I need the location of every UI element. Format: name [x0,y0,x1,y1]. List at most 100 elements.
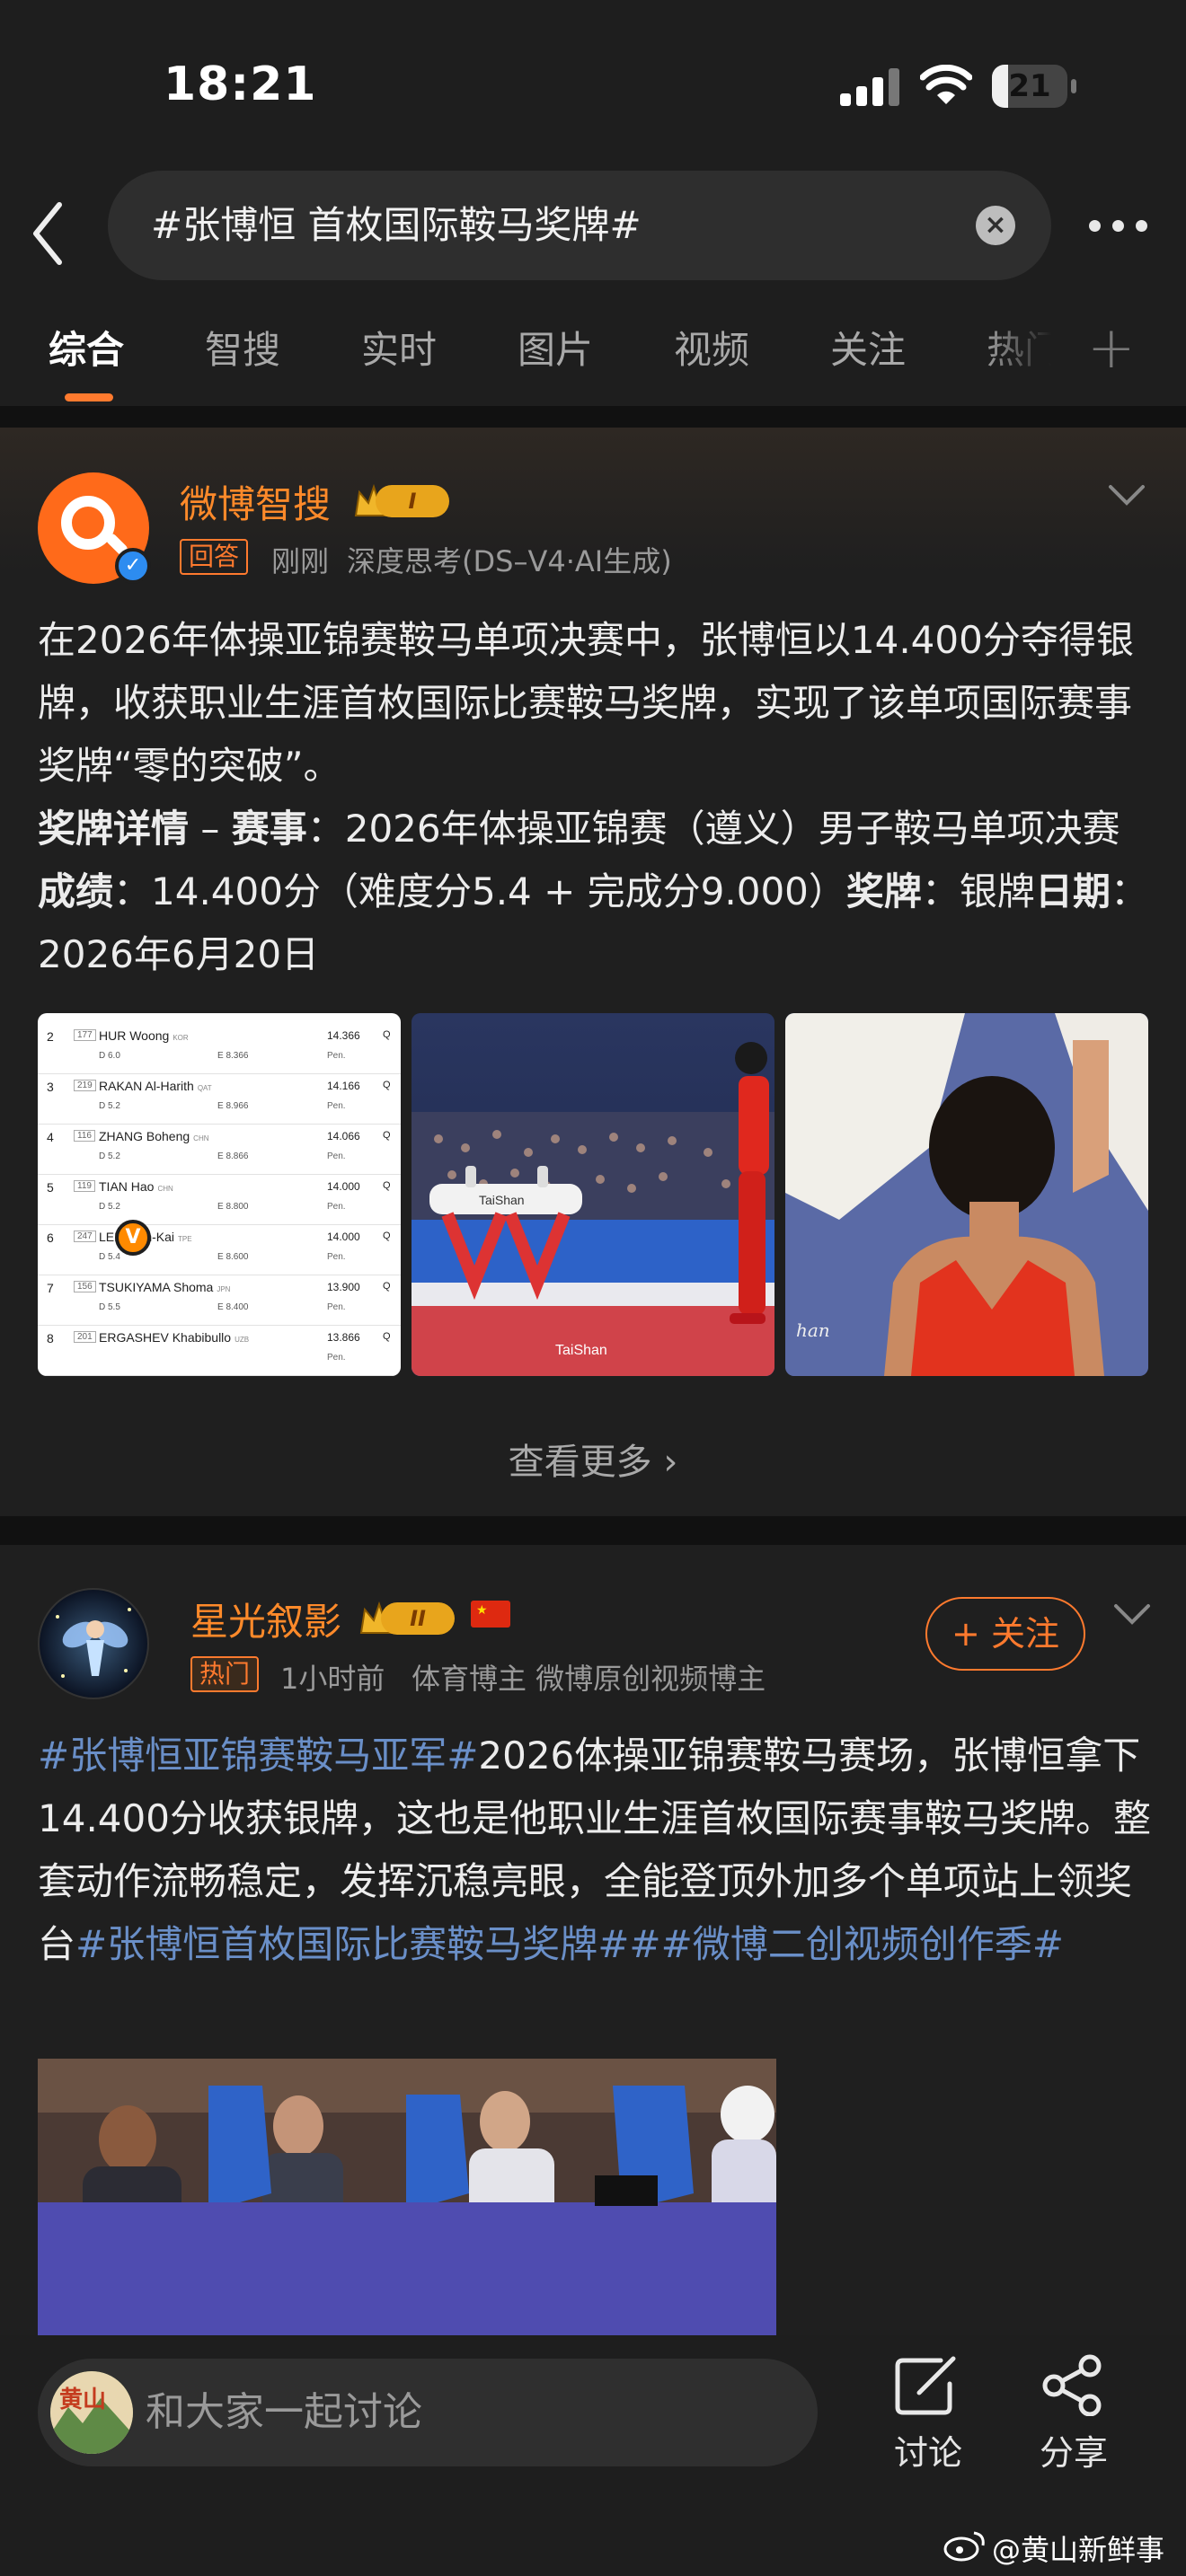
hashtag-link[interactable]: #微博二创视频创作季# [661,1922,1064,1966]
result-row: 7 156 TSUKIYAMA Shoma JPN D 5.5 E 8.400 13.900… [38,1270,401,1326]
result-qualified: Q [383,1281,391,1292]
result-bib: 219 [74,1080,96,1091]
tab-images[interactable]: 图片 [518,314,593,386]
follow-button[interactable]: + 关注 [925,1597,1085,1671]
answer-tag: 回答 [180,539,249,575]
back-icon[interactable] [25,198,75,269]
athlete-illustration: han [785,1013,1148,1376]
result-rank: 8 [47,1331,54,1345]
comment-input[interactable]: 黄山 和大家一起讨论 [38,2359,818,2466]
level-text: I [376,485,449,517]
arena-floor-brand: TaiShan [555,1343,607,1358]
bottom-action-bar: 黄山 和大家一起讨论 讨论 分享 @黄山新鲜事 [0,2335,1186,2576]
athlete-back-photo[interactable]: han [785,1013,1148,1376]
result-rank: 3 [47,1080,54,1094]
result-penalty: Pen. [327,1252,346,1262]
result-score: 14.066 [327,1130,360,1142]
post-meta: 深度思考(DS–V4·AI生成) [347,544,672,578]
result-execution: E 8.966 [217,1101,249,1111]
search-input[interactable]: #张博恒 首枚国际鞍马奖牌# × [108,171,1051,280]
result-penalty: Pen. [327,1353,346,1363]
result-score: 13.866 [327,1331,360,1344]
video-thumbnail[interactable] [38,2059,776,2335]
result-qualified: Q [383,1180,391,1191]
verified-icon: ✓ [115,548,151,584]
ai-answer-details: 奖牌详情 – 赛事：2026年体操亚锦赛（遵义）男子鞍马单项决赛成绩：14.40… [38,807,1148,976]
verified-icon: V [115,1220,151,1256]
avatar-logo-illustration: 黄山 [50,2371,133,2454]
wifi-icon [920,65,972,104]
edit-icon [895,2356,956,2415]
comment-placeholder[interactable]: 和大家一起讨论 [146,2359,422,2466]
watermark: @黄山新鲜事 [992,2533,1165,2567]
result-execution: E 8.866 [217,1151,249,1161]
arena-brand-text: TaiShan [479,1193,525,1207]
tab-comprehensive[interactable]: 综合 [49,314,124,386]
tab-smart-search[interactable]: 智搜 [205,314,280,386]
battery-icon: 21 [992,65,1076,108]
medal-value: ：银牌 [921,869,1035,913]
weibo-logo-icon [943,2531,985,2562]
add-tab-icon[interactable]: + [1087,314,1136,383]
post-time: 1小时前 [280,1662,385,1696]
discuss-label: 讨论 [893,2433,962,2473]
result-difficulty: D 5.5 [99,1302,120,1312]
status-time: 18:21 [164,57,317,111]
hashtag-link[interactable]: #张博恒首枚国际比赛鞍马奖牌# [75,1922,629,1966]
user-author-name[interactable]: 星光叙影 [190,1592,341,1646]
result-bib: 177 [74,1029,96,1041]
date-label: 日期 [1034,869,1111,913]
result-score: 14.000 [327,1231,360,1243]
my-avatar[interactable]: 黄山 [50,2371,133,2454]
result-bib: 116 [74,1130,95,1142]
active-tab-indicator [65,393,113,401]
result-execution: E 8.400 [217,1302,249,1312]
medal-details-label: 奖牌详情 [38,807,190,851]
result-row: 3 219 RAKAN Al-Harith QAT D 5.2 E 8.966 14.166… [38,1069,401,1125]
more-icon[interactable] [1089,212,1148,239]
avatar-text: 黄山 [59,2386,106,2413]
result-rank: 5 [47,1180,54,1195]
ai-author-name[interactable]: 微博智搜 [180,474,331,529]
chevron-right-icon: › [663,1442,678,1483]
result-penalty: Pen. [327,1101,346,1111]
post-time: 刚刚 [271,544,330,578]
hashtag-link[interactable]: #张博恒亚锦赛鞍马亚军# [38,1734,478,1778]
tab-videos[interactable]: 视频 [674,314,749,386]
share-label: 分享 [1039,2433,1108,2473]
result-score: 14.166 [327,1080,360,1092]
results-table-image[interactable]: 2 177 HUR Woong KOR D 6.0 E 8.366 14.366 Pen. Q 3… [38,1013,401,1376]
result-difficulty: D 5.2 [99,1151,120,1161]
share-icon [1042,2354,1102,2416]
user-avatar[interactable] [38,1588,149,1699]
chevron-down-icon[interactable] [1112,1601,1152,1628]
result-penalty: Pen. [327,1202,346,1212]
result-penalty: Pen. [327,1151,346,1161]
result-name: HUR Woong KOR [99,1028,189,1043]
hot-tag: 热门 [190,1656,260,1692]
search-query[interactable]: #张博恒 首枚国际鞍马奖牌# [151,171,642,280]
chevron-down-icon[interactable] [1107,481,1146,508]
arena-photo[interactable]: TaiShan TaiShan [412,1013,774,1376]
result-penalty: Pen. [327,1051,346,1061]
status-bar: 18:21 21 [0,0,1186,171]
tab-realtime[interactable]: 实时 [361,314,437,386]
discuss-button[interactable]: 讨论 [879,2353,978,2497]
score-label: 成绩 [38,869,114,913]
result-execution: E 8.366 [217,1051,249,1061]
result-name: RAKAN Al-Harith QAT [99,1079,212,1093]
result-name: ERGASHEV Khabibullo UZB [99,1330,250,1345]
china-flag-icon: ★ [471,1601,510,1628]
result-score: 13.900 [327,1281,360,1293]
share-button[interactable]: 分享 [1024,2353,1123,2497]
result-row: 4 116 ZHANG Boheng CHN D 5.2 E 8.866 14.066 Pen… [38,1119,401,1175]
result-rank: 7 [47,1281,54,1295]
score-value: ：14.400分（难度分5.4 + 完成分9.000） [113,869,846,913]
result-qualified: Q [383,1231,391,1241]
clear-icon[interactable]: × [976,206,1015,245]
result-bib: 201 [74,1331,96,1343]
tab-following[interactable]: 关注 [830,314,906,386]
result-name: ZHANG Boheng CHN [99,1129,209,1143]
see-more-button[interactable]: 查看更多 › [0,1408,1186,1516]
result-bib: 119 [74,1180,95,1192]
